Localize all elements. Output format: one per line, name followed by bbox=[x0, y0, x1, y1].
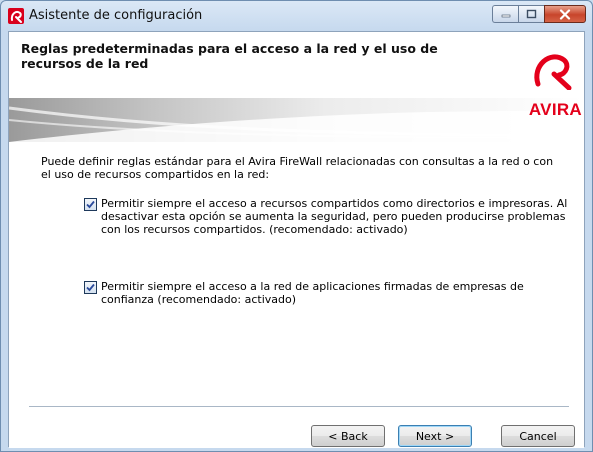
wizard-client-area: Reglas predeterminadas para el acceso a … bbox=[8, 31, 585, 448]
title-bar[interactable]: Asistente de configuración bbox=[1, 1, 592, 31]
maximize-button[interactable] bbox=[518, 5, 544, 23]
back-button[interactable]: < Back bbox=[311, 425, 385, 447]
minimize-button[interactable] bbox=[492, 5, 518, 23]
next-button[interactable]: Next > bbox=[398, 425, 472, 447]
window-title: Asistente de configuración bbox=[29, 8, 203, 23]
close-button[interactable] bbox=[544, 5, 586, 23]
cancel-button[interactable]: Cancel bbox=[501, 425, 575, 447]
maximize-icon bbox=[526, 9, 537, 19]
caption-buttons bbox=[492, 5, 586, 25]
setup-wizard-window: Asistente de configuración Reglas predet… bbox=[0, 0, 593, 452]
close-icon bbox=[559, 8, 571, 20]
avira-umbrella-icon bbox=[8, 8, 24, 24]
minimize-icon bbox=[501, 14, 510, 18]
wizard-buttons: < Back Next > Cancel bbox=[9, 32, 584, 447]
